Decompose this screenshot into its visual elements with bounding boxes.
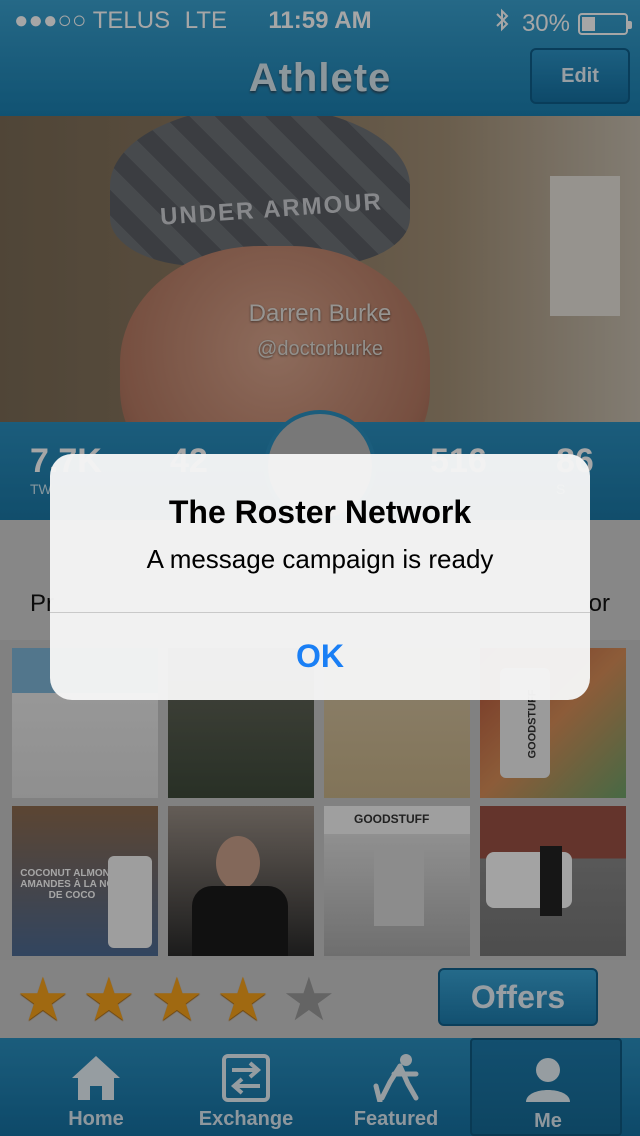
- ok-button[interactable]: OK: [50, 613, 590, 700]
- alert-title: The Roster Network: [168, 494, 472, 530]
- alert-dialog: The Roster Network A message campaign is…: [50, 454, 590, 700]
- alert-message: A message campaign is ready: [146, 544, 494, 574]
